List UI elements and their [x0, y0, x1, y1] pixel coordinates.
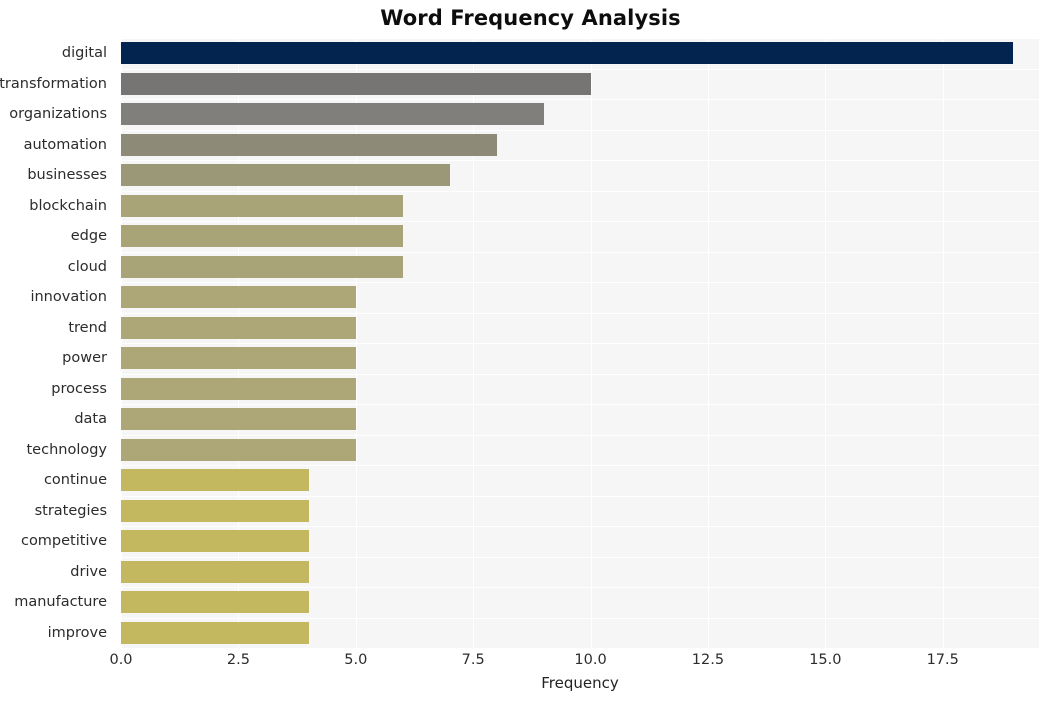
horizontal-gridline: [121, 587, 1039, 588]
bar: [121, 621, 309, 644]
bar-fill: [121, 621, 309, 644]
bar: [121, 591, 309, 614]
x-axis-tick-label: 12.5: [691, 652, 725, 668]
y-axis-tick-label: organizations: [9, 106, 107, 123]
horizontal-gridline: [121, 618, 1039, 619]
y-axis-tick-label: competitive: [20, 533, 107, 550]
bar: [121, 408, 356, 431]
y-axis-tick-label: process: [51, 380, 107, 397]
horizontal-gridline: [121, 648, 1039, 649]
x-axis-tick-label: 2.5: [226, 652, 250, 668]
bar: [121, 42, 1014, 65]
y-axis-tick-label: innovation: [30, 289, 107, 306]
bar-fill: [121, 377, 356, 400]
bar: [121, 347, 356, 370]
bar: [121, 286, 356, 309]
y-axis-tick-label: edge: [70, 228, 107, 245]
bar: [121, 530, 309, 553]
bar: [121, 225, 403, 248]
bar-fill: [121, 499, 309, 522]
horizontal-gridline: [121, 130, 1039, 131]
bar-fill: [121, 255, 403, 278]
horizontal-gridline: [121, 252, 1039, 253]
y-axis-tick-label: drive: [70, 563, 107, 580]
horizontal-gridline: [121, 191, 1039, 192]
bar-fill: [121, 72, 591, 95]
bar-fill: [121, 42, 1014, 65]
horizontal-gridline: [121, 557, 1039, 558]
bar: [121, 377, 356, 400]
horizontal-gridline: [121, 374, 1039, 375]
bar-fill: [121, 591, 309, 614]
bar-fill: [121, 225, 403, 248]
bar-fill: [121, 347, 356, 370]
y-axis-tick-label: trend: [68, 319, 107, 336]
bar: [121, 255, 403, 278]
x-axis-title: Frequency: [541, 674, 619, 692]
bar: [121, 133, 497, 156]
horizontal-gridline: [121, 38, 1039, 39]
bar: [121, 469, 309, 492]
y-axis-tick-label: power: [62, 350, 107, 367]
y-axis-tick-label: technology: [26, 441, 107, 458]
horizontal-gridline: [121, 221, 1039, 222]
bar-fill: [121, 103, 544, 126]
bar: [121, 103, 544, 126]
bar-fill: [121, 530, 309, 553]
x-axis-tick-label: 10.0: [574, 652, 607, 668]
bar-fill: [121, 438, 356, 461]
y-axis-tick-label: data: [74, 411, 107, 428]
horizontal-gridline: [121, 526, 1039, 527]
horizontal-gridline: [121, 343, 1039, 344]
chart-title: Word Frequency Analysis: [380, 6, 681, 30]
y-axis-tick-label: automation: [23, 136, 107, 153]
x-axis-tick-label: 17.5: [926, 652, 959, 668]
bar: [121, 499, 309, 522]
x-axis-tick-label: 15.0: [809, 652, 842, 668]
x-axis-tick-labels: 0.0 2.5 5.0 7.5 10.0 12.5 15.0 17.5: [109, 652, 1039, 676]
bar: [121, 194, 403, 217]
bar-fill: [121, 133, 497, 156]
x-axis-tick-label: 0.0: [109, 652, 133, 668]
horizontal-gridline: [121, 496, 1039, 497]
bar-fill: [121, 286, 356, 309]
y-axis-tick-label: blockchain: [29, 197, 107, 214]
bar-fill: [121, 194, 403, 217]
x-axis-tick-label: 7.5: [461, 652, 485, 668]
bar-fill: [121, 316, 356, 339]
bar: [121, 72, 591, 95]
horizontal-gridline: [121, 99, 1039, 100]
y-axis-tick-label: continue: [43, 472, 107, 489]
y-axis-tick-label: manufacture: [14, 594, 107, 611]
bar: [121, 164, 450, 187]
horizontal-gridline: [121, 465, 1039, 466]
horizontal-gridline: [121, 160, 1039, 161]
y-axis-tick-label: cloud: [67, 258, 107, 275]
y-axis-tick-label: transformation: [0, 75, 107, 92]
bar-fill: [121, 560, 309, 583]
bar: [121, 316, 356, 339]
y-axis-tick-label: digital: [61, 45, 107, 62]
horizontal-gridline: [121, 69, 1039, 70]
horizontal-gridline: [121, 404, 1039, 405]
bar: [121, 560, 309, 583]
horizontal-gridline: [121, 435, 1039, 436]
bar: [121, 438, 356, 461]
plot-area: [121, 38, 1039, 649]
y-axis-tick-label: businesses: [27, 167, 107, 184]
bar-fill: [121, 469, 309, 492]
horizontal-gridline: [121, 282, 1039, 283]
chart-figure: Word Frequency Analysis digital transform…: [0, 0, 1061, 701]
y-axis-tick-label: strategies: [34, 502, 107, 519]
bar-fill: [121, 164, 450, 187]
y-axis-tick-labels: digital transformation organizations automa…: [0, 38, 113, 648]
bar-fill: [121, 408, 356, 431]
horizontal-gridline: [121, 313, 1039, 314]
y-axis-tick-label: improve: [47, 624, 107, 641]
x-axis-tick-label: 5.0: [344, 652, 368, 668]
